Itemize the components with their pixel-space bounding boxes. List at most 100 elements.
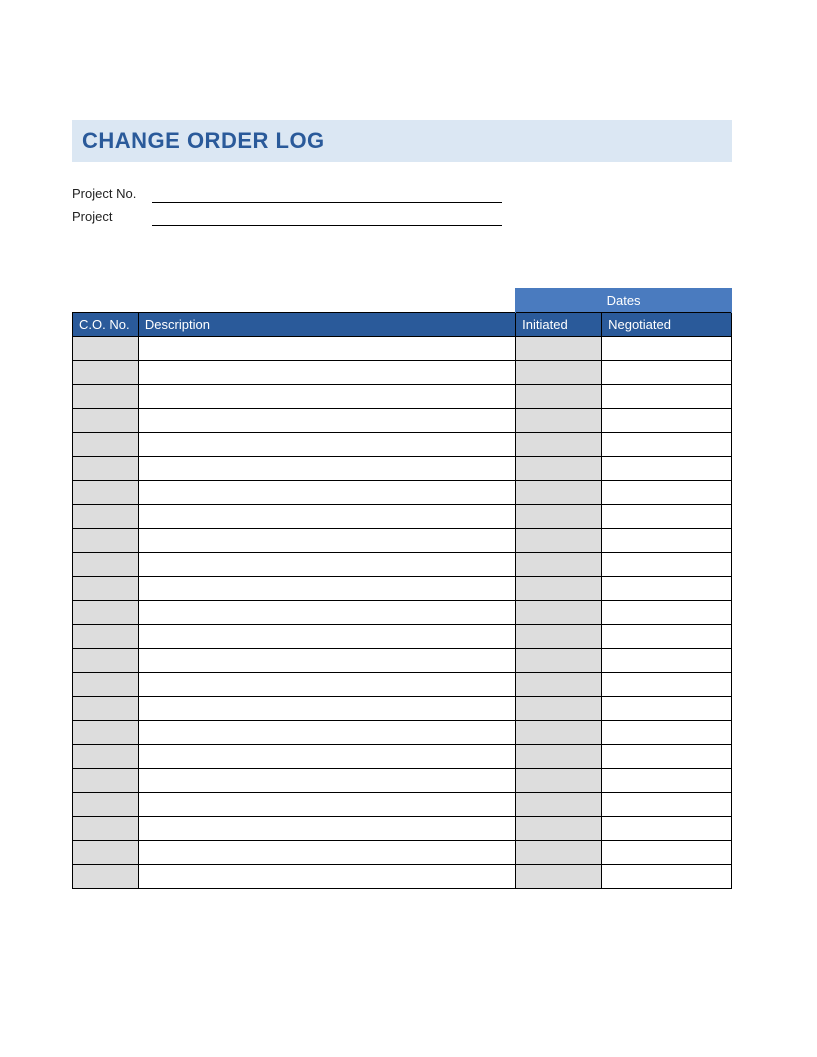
cell-negotiated[interactable]	[602, 817, 732, 841]
cell-negotiated[interactable]	[602, 337, 732, 361]
cell-initiated[interactable]	[516, 769, 602, 793]
table-row	[73, 337, 732, 361]
table-row	[73, 553, 732, 577]
cell-initiated[interactable]	[516, 553, 602, 577]
cell-negotiated[interactable]	[602, 745, 732, 769]
cell-initiated[interactable]	[516, 649, 602, 673]
cell-description[interactable]	[138, 697, 515, 721]
cell-co-no[interactable]	[73, 601, 139, 625]
cell-co-no[interactable]	[73, 865, 139, 889]
cell-co-no[interactable]	[73, 721, 139, 745]
cell-description[interactable]	[138, 409, 515, 433]
cell-negotiated[interactable]	[602, 865, 732, 889]
cell-co-no[interactable]	[73, 673, 139, 697]
cell-initiated[interactable]	[516, 793, 602, 817]
cell-negotiated[interactable]	[602, 673, 732, 697]
cell-negotiated[interactable]	[602, 721, 732, 745]
table-header-row: C.O. No. Description Initiated Negotiate…	[73, 313, 732, 337]
cell-description[interactable]	[138, 673, 515, 697]
cell-negotiated[interactable]	[602, 529, 732, 553]
cell-description[interactable]	[138, 721, 515, 745]
cell-co-no[interactable]	[73, 577, 139, 601]
cell-negotiated[interactable]	[602, 505, 732, 529]
cell-co-no[interactable]	[73, 769, 139, 793]
cell-negotiated[interactable]	[602, 793, 732, 817]
cell-description[interactable]	[138, 745, 515, 769]
cell-description[interactable]	[138, 841, 515, 865]
cell-co-no[interactable]	[73, 361, 139, 385]
cell-initiated[interactable]	[516, 529, 602, 553]
cell-description[interactable]	[138, 865, 515, 889]
cell-description[interactable]	[138, 481, 515, 505]
cell-negotiated[interactable]	[602, 433, 732, 457]
cell-initiated[interactable]	[516, 409, 602, 433]
table-row	[73, 361, 732, 385]
cell-negotiated[interactable]	[602, 457, 732, 481]
cell-initiated[interactable]	[516, 697, 602, 721]
cell-initiated[interactable]	[516, 457, 602, 481]
cell-co-no[interactable]	[73, 457, 139, 481]
cell-negotiated[interactable]	[602, 577, 732, 601]
cell-co-no[interactable]	[73, 481, 139, 505]
cell-description[interactable]	[138, 337, 515, 361]
cell-negotiated[interactable]	[602, 769, 732, 793]
cell-initiated[interactable]	[516, 361, 602, 385]
cell-description[interactable]	[138, 601, 515, 625]
cell-negotiated[interactable]	[602, 649, 732, 673]
cell-description[interactable]	[138, 793, 515, 817]
cell-description[interactable]	[138, 361, 515, 385]
cell-co-no[interactable]	[73, 745, 139, 769]
cell-negotiated[interactable]	[602, 385, 732, 409]
cell-initiated[interactable]	[516, 817, 602, 841]
cell-description[interactable]	[138, 769, 515, 793]
cell-initiated[interactable]	[516, 625, 602, 649]
cell-description[interactable]	[138, 457, 515, 481]
project-field[interactable]	[152, 210, 502, 226]
cell-negotiated[interactable]	[602, 481, 732, 505]
cell-initiated[interactable]	[516, 865, 602, 889]
cell-description[interactable]	[138, 817, 515, 841]
cell-initiated[interactable]	[516, 673, 602, 697]
cell-negotiated[interactable]	[602, 697, 732, 721]
cell-co-no[interactable]	[73, 385, 139, 409]
cell-initiated[interactable]	[516, 745, 602, 769]
cell-initiated[interactable]	[516, 481, 602, 505]
cell-initiated[interactable]	[516, 337, 602, 361]
cell-initiated[interactable]	[516, 385, 602, 409]
dates-group-header: Dates	[516, 289, 732, 313]
cell-description[interactable]	[138, 529, 515, 553]
cell-description[interactable]	[138, 649, 515, 673]
cell-description[interactable]	[138, 505, 515, 529]
cell-initiated[interactable]	[516, 433, 602, 457]
cell-co-no[interactable]	[73, 697, 139, 721]
cell-co-no[interactable]	[73, 337, 139, 361]
cell-negotiated[interactable]	[602, 625, 732, 649]
cell-co-no[interactable]	[73, 409, 139, 433]
cell-initiated[interactable]	[516, 577, 602, 601]
cell-co-no[interactable]	[73, 793, 139, 817]
cell-description[interactable]	[138, 625, 515, 649]
cell-description[interactable]	[138, 433, 515, 457]
change-order-table: Dates C.O. No. Description Initiated Neg…	[72, 288, 732, 889]
cell-negotiated[interactable]	[602, 553, 732, 577]
cell-negotiated[interactable]	[602, 601, 732, 625]
cell-description[interactable]	[138, 553, 515, 577]
cell-co-no[interactable]	[73, 817, 139, 841]
cell-initiated[interactable]	[516, 505, 602, 529]
cell-description[interactable]	[138, 577, 515, 601]
cell-co-no[interactable]	[73, 553, 139, 577]
cell-initiated[interactable]	[516, 721, 602, 745]
cell-co-no[interactable]	[73, 529, 139, 553]
cell-co-no[interactable]	[73, 841, 139, 865]
cell-negotiated[interactable]	[602, 361, 732, 385]
cell-co-no[interactable]	[73, 505, 139, 529]
cell-negotiated[interactable]	[602, 841, 732, 865]
cell-co-no[interactable]	[73, 625, 139, 649]
cell-co-no[interactable]	[73, 649, 139, 673]
cell-co-no[interactable]	[73, 433, 139, 457]
cell-initiated[interactable]	[516, 601, 602, 625]
project-no-field[interactable]	[152, 187, 502, 203]
cell-description[interactable]	[138, 385, 515, 409]
cell-negotiated[interactable]	[602, 409, 732, 433]
cell-initiated[interactable]	[516, 841, 602, 865]
